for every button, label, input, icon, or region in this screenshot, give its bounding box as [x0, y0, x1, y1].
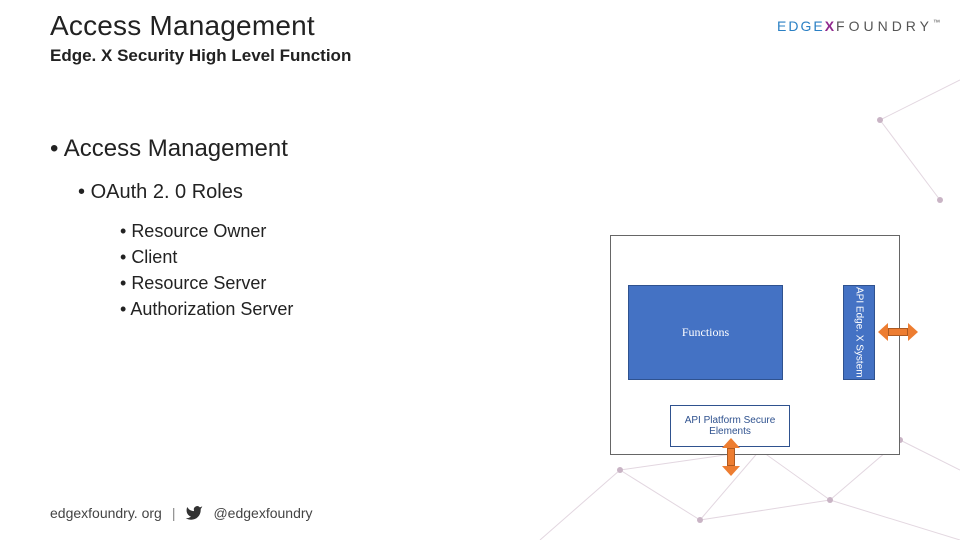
functions-label: Functions: [682, 325, 729, 340]
footer-handle: @edgexfoundry: [213, 505, 312, 521]
bullet-lvl2: OAuth 2. 0 Roles: [78, 181, 293, 204]
bullet-item: Resource Server: [120, 270, 293, 296]
arrow-horizontal-icon: [880, 323, 916, 341]
footer-site: edgexfoundry. org: [50, 505, 162, 521]
brand-logo: EDGEXFOUNDRY™: [777, 18, 940, 36]
bullet-lvl1: Access Management: [50, 135, 293, 163]
footer-separator: |: [172, 505, 176, 521]
twitter-icon: [185, 504, 203, 522]
logo-foundry: FOUNDRY: [836, 18, 933, 34]
logo-tm: ™: [933, 20, 940, 27]
logo-x: X: [825, 18, 836, 34]
slide-title: Access Management: [50, 10, 351, 42]
functions-box: Functions: [628, 285, 783, 380]
bullet-item: Authorization Server: [120, 296, 293, 322]
slide-subtitle: Edge. X Security High Level Function: [50, 46, 351, 66]
arrow-vertical-icon: [722, 440, 740, 474]
content-area: Access Management OAuth 2. 0 Roles Resou…: [50, 135, 293, 322]
logo-edge: EDGE: [777, 18, 825, 34]
bullet-item: Resource Owner: [120, 218, 293, 244]
api-system-box: API Edge. X System: [843, 285, 875, 380]
api-platform-label: API Platform Secure Elements: [671, 415, 789, 438]
architecture-diagram: Functions API Edge. X System API Platfor…: [610, 235, 920, 465]
slide-header: Access Management Edge. X Security High …: [50, 10, 351, 66]
bullet-item: Client: [120, 244, 293, 270]
api-system-label: API Edge. X System: [854, 287, 865, 378]
slide-footer: edgexfoundry. org | @edgexfoundry: [50, 504, 313, 522]
